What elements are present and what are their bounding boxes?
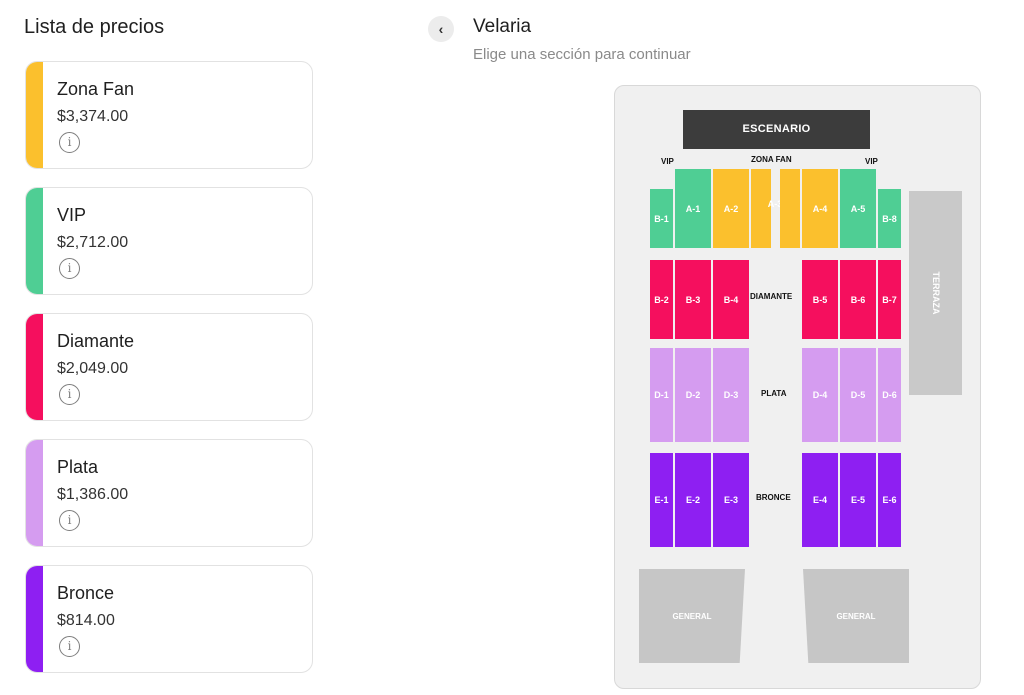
price-card-name: Zona Fan xyxy=(57,79,135,99)
section-d-1[interactable]: D-1 xyxy=(650,348,673,442)
label-zona-fan: ZONA FAN xyxy=(751,155,792,164)
price-card-diamante[interactable]: Diamante $2,049.00 i xyxy=(25,313,313,421)
section-d-2[interactable]: D-2 xyxy=(675,348,711,442)
section-d-3[interactable]: D-3 xyxy=(713,348,749,442)
venue-subtitle: Elige una sección para continuar xyxy=(473,46,691,63)
color-bar-diamante xyxy=(26,314,43,420)
price-card-price: $2,712.00 xyxy=(57,234,129,251)
section-e-1[interactable]: E-1 xyxy=(650,453,673,547)
info-icon[interactable]: i xyxy=(59,636,80,657)
color-bar-bronce xyxy=(26,566,43,672)
section-b-5[interactable]: B-5 xyxy=(802,260,838,339)
section-d-4[interactable]: D-4 xyxy=(802,348,838,442)
price-list-title: Lista de precios xyxy=(24,16,165,38)
info-icon[interactable]: i xyxy=(59,258,80,279)
info-icon[interactable]: i xyxy=(59,510,80,531)
venue-title: Velaria xyxy=(473,16,532,37)
price-card-price: $3,374.00 xyxy=(57,108,129,125)
price-card-name: Plata xyxy=(57,457,99,477)
section-b-3[interactable]: B-3 xyxy=(675,260,711,339)
terraza-label: TERRAZA xyxy=(930,271,941,315)
price-card-plata[interactable]: Plata $1,386.00 i xyxy=(25,439,313,547)
section-e-2[interactable]: E-2 xyxy=(675,453,711,547)
price-card-name: Diamante xyxy=(57,331,135,351)
label-diamante: DIAMANTE xyxy=(750,292,793,301)
price-card-price: $1,386.00 xyxy=(57,486,129,503)
info-icon[interactable]: i xyxy=(59,384,80,405)
section-b-1[interactable]: B-1 xyxy=(650,189,673,248)
price-card-bronce[interactable]: Bronce $814.00 i xyxy=(25,565,313,673)
section-e-3[interactable]: E-3 xyxy=(713,453,749,547)
section-e-4[interactable]: E-4 xyxy=(802,453,838,547)
section-b-8[interactable]: B-8 xyxy=(878,189,901,248)
seat-map: ESCENARIO VIP ZONA FAN VIP B-1 A-1 A-2 A… xyxy=(614,85,981,689)
section-b-4[interactable]: B-4 xyxy=(713,260,749,339)
color-bar-plata xyxy=(26,440,43,546)
section-general-left[interactable]: GENERAL xyxy=(639,569,745,663)
section-b-6[interactable]: B-6 xyxy=(840,260,876,339)
price-list: Zona Fan $3,374.00 i VIP $2,712.00 i Dia… xyxy=(25,61,313,691)
section-e-6[interactable]: E-6 xyxy=(878,453,901,547)
info-icon[interactable]: i xyxy=(59,132,80,153)
section-a-5[interactable]: A-5 xyxy=(840,169,876,248)
price-card-name: VIP xyxy=(57,205,87,225)
price-card-vip[interactable]: VIP $2,712.00 i xyxy=(25,187,313,295)
section-a-3-right[interactable] xyxy=(780,169,800,248)
section-general-right[interactable]: GENERAL xyxy=(803,569,909,663)
label-bronce: BRONCE xyxy=(756,493,791,502)
color-bar-vip xyxy=(26,188,43,294)
section-b-7[interactable]: B-7 xyxy=(878,260,901,339)
section-e-5[interactable]: E-5 xyxy=(840,453,876,547)
price-card-price: $814.00 xyxy=(57,612,115,629)
stage: ESCENARIO xyxy=(683,110,870,149)
price-card-name: Bronce xyxy=(57,583,115,603)
label-vip-left: VIP xyxy=(661,157,674,166)
color-bar-zona-fan xyxy=(26,62,43,168)
section-a-2[interactable]: A-2 xyxy=(713,169,749,248)
section-d-5[interactable]: D-5 xyxy=(840,348,876,442)
price-card-zona-fan[interactable]: Zona Fan $3,374.00 i xyxy=(25,61,313,169)
section-a-4[interactable]: A-4 xyxy=(802,169,838,248)
section-b-2[interactable]: B-2 xyxy=(650,260,673,339)
back-chevron-icon[interactable]: ‹ xyxy=(428,16,454,42)
label-vip-right: VIP xyxy=(865,157,878,166)
label-plata: PLATA xyxy=(761,389,787,398)
section-a-1[interactable]: A-1 xyxy=(675,169,711,248)
price-card-price: $2,049.00 xyxy=(57,360,129,377)
section-terraza[interactable]: TERRAZA xyxy=(909,191,962,395)
section-d-6[interactable]: D-6 xyxy=(878,348,901,442)
